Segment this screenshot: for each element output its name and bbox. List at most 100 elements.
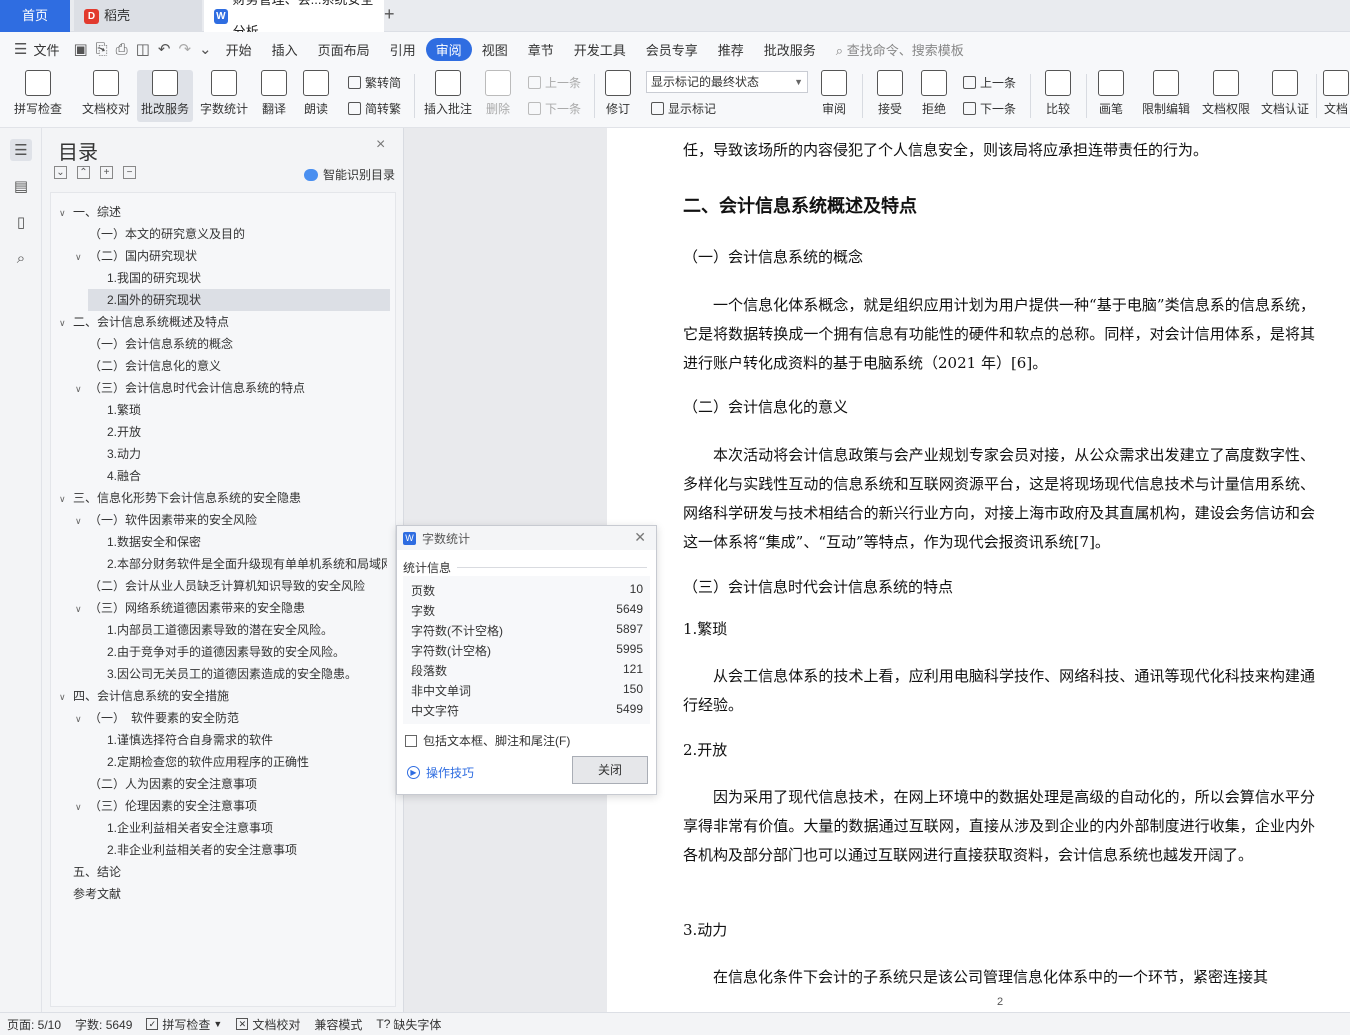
toc-item[interactable]: （一）会计信息系统的概念: [75, 333, 387, 355]
toc-item[interactable]: 1.繁琐: [93, 399, 387, 421]
menu-review[interactable]: 审阅: [425, 37, 472, 61]
proofread-button[interactable]: 文档校对: [78, 70, 134, 122]
undo-icon[interactable]: ↶: [154, 40, 175, 58]
toc-item[interactable]: ∨ 三、信息化形势下会计信息系统的安全隐患: [59, 487, 387, 509]
menu-insert[interactable]: 插入: [262, 40, 308, 59]
pen-button[interactable]: 画笔: [1094, 70, 1128, 122]
menu-recommend[interactable]: 推荐: [708, 40, 754, 59]
tab-home[interactable]: 首页: [0, 0, 70, 32]
toc-item[interactable]: 五、结论: [59, 861, 387, 883]
display-state-select[interactable]: 显示标记的最终状态 ▼: [646, 71, 808, 93]
chevron-down-icon[interactable]: ∨: [59, 686, 73, 707]
read-aloud-button[interactable]: 朗读: [298, 70, 334, 122]
toc-item[interactable]: 2.本部分财务软件是全面升级现有单单机系统和局域网系统: [93, 553, 387, 575]
toc-item[interactable]: 2.国外的研究现状: [88, 289, 390, 311]
menu-file[interactable]: 文件: [31, 40, 69, 59]
outline-icon[interactable]: ☰: [10, 139, 32, 161]
toc-item[interactable]: ∨ （三）会计信息时代会计信息系统的特点: [75, 377, 387, 399]
menu-reference[interactable]: 引用: [380, 40, 426, 59]
add-heading-icon[interactable]: +: [100, 166, 113, 179]
toc-item[interactable]: 1.数据安全和保密: [93, 531, 387, 553]
close-icon[interactable]: ✕: [634, 529, 646, 546]
next-change-button[interactable]: 下一条: [963, 100, 1016, 117]
compat-mode[interactable]: 兼容模式: [307, 1016, 369, 1033]
new-tab-button[interactable]: +: [384, 4, 395, 25]
toc-item[interactable]: ∨ （二）国内研究现状: [75, 245, 387, 267]
trad-to-simp-button[interactable]: 繁转简: [348, 74, 401, 91]
status-proofread[interactable]: ✕ 文档校对: [229, 1016, 307, 1033]
close-button[interactable]: 关闭: [572, 756, 648, 784]
next-comment-button[interactable]: 下一条: [528, 100, 581, 117]
chevron-down-icon[interactable]: ∨: [59, 312, 73, 333]
status-spell-check[interactable]: ✓ 拼写检查 ▼: [139, 1016, 229, 1033]
show-marks-button[interactable]: 显示标记: [651, 100, 716, 117]
doc-more-button[interactable]: 文档: [1322, 70, 1350, 122]
more-icon[interactable]: ⌄: [195, 40, 216, 58]
translate-button[interactable]: 翻译: [256, 70, 292, 122]
prev-change-button[interactable]: 上一条: [963, 74, 1016, 91]
menu-correction[interactable]: 批改服务: [754, 40, 826, 59]
chapter-nav-icon[interactable]: ▤: [10, 175, 32, 197]
prev-comment-button[interactable]: 上一条: [528, 74, 581, 91]
toc-item[interactable]: （二）会计从业人员缺乏计算机知识导致的安全风险: [75, 575, 387, 597]
hamburger-icon[interactable]: ☰: [10, 40, 31, 58]
menu-devtools[interactable]: 开发工具: [564, 40, 636, 59]
toc-item[interactable]: （二）会计信息化的意义: [75, 355, 387, 377]
word-count-button[interactable]: 字数统计: [197, 70, 251, 122]
toc-item[interactable]: 2.由于竞争对手的道德因素导致的安全风险。: [93, 641, 387, 663]
delete-comment-button[interactable]: 删除: [480, 70, 516, 122]
chevron-down-icon[interactable]: ∨: [59, 488, 73, 509]
toc-item[interactable]: ∨ （一）软件因素带来的安全风险: [75, 509, 387, 531]
document-page[interactable]: 任，导致该场所的内容侵犯了个人信息安全，则该局将应承担连带责任的行为。 二、会计…: [607, 128, 1350, 1012]
spell-check-button[interactable]: 拼写检查: [10, 70, 66, 122]
toc-item[interactable]: 1.内部员工道德因素导致的潜在安全风险。: [93, 619, 387, 641]
menu-view[interactable]: 视图: [472, 40, 518, 59]
command-search[interactable]: ⌕ 查找命令、搜索模板: [836, 40, 964, 59]
toc-item[interactable]: ∨ （一） 软件要素的安全防范: [75, 707, 387, 729]
word-count-indicator[interactable]: 字数: 5649: [68, 1016, 139, 1033]
export-icon[interactable]: ⎘: [92, 41, 112, 58]
toc-item[interactable]: （一）本文的研究意义及目的: [75, 223, 387, 245]
page-indicator[interactable]: 页面: 5/10: [0, 1016, 68, 1033]
menu-layout[interactable]: 页面布局: [308, 40, 380, 59]
toc-item[interactable]: ∨ 一、综述: [59, 201, 387, 223]
toc-item[interactable]: ∨ 二、会计信息系统概述及特点: [59, 311, 387, 333]
tab-docer[interactable]: D 稻壳: [74, 0, 202, 32]
toc-item[interactable]: 4.融合: [93, 465, 387, 487]
toc-item[interactable]: 3.因公司无关员工的道德因素造成的安全隐患。: [93, 663, 387, 685]
toc-item[interactable]: 1.谨慎选择符合自身需求的软件: [93, 729, 387, 751]
simp-to-trad-button[interactable]: 简转繁: [348, 100, 401, 117]
smart-toc-button[interactable]: 智能识别目录: [304, 166, 395, 183]
tips-link[interactable]: ▶ 操作技巧: [407, 764, 474, 781]
chevron-down-icon[interactable]: ∨: [75, 796, 89, 817]
toc-item[interactable]: 2.定期检查您的软件应用程序的正确性: [93, 751, 387, 773]
chevron-down-icon[interactable]: ∨: [75, 378, 89, 399]
tab-document[interactable]: W财务管理、会...系统安全分析: [204, 0, 384, 39]
print-icon[interactable]: ⎙: [112, 41, 132, 58]
chevron-down-icon[interactable]: ∨: [59, 202, 73, 223]
chevron-down-icon[interactable]: ∨: [75, 510, 89, 531]
preview-icon[interactable]: ◫: [132, 40, 154, 58]
toc-item[interactable]: 参考文献: [59, 883, 387, 905]
toc-item[interactable]: 1.企业利益相关者安全注意事项: [93, 817, 387, 839]
dialog-titlebar[interactable]: W 字数统计: [397, 526, 656, 550]
menu-member[interactable]: 会员专享: [636, 40, 708, 59]
toc-item[interactable]: ∨ 四、会计信息系统的安全措施: [59, 685, 387, 707]
restrict-edit-button[interactable]: 限制编辑: [1140, 70, 1192, 122]
toc-item[interactable]: ∨ （三）伦理因素的安全注意事项: [75, 795, 387, 817]
compare-button[interactable]: 比较: [1040, 70, 1076, 122]
reject-button[interactable]: 拒绝: [916, 70, 952, 122]
toc-item[interactable]: （二）人为因素的安全注意事项: [75, 773, 387, 795]
menu-start[interactable]: 开始: [216, 40, 262, 59]
collapse-all-icon[interactable]: ⌃: [77, 166, 90, 179]
chevron-down-icon[interactable]: ∨: [75, 246, 89, 267]
toc-item[interactable]: ∨ （三）网络系统道德因素带来的安全隐患: [75, 597, 387, 619]
doc-certify-button[interactable]: 文档认证: [1259, 70, 1311, 122]
include-textbox-checkbox[interactable]: 包括文本框、脚注和尾注(F): [405, 732, 570, 749]
expand-all-icon[interactable]: ⌄: [54, 166, 67, 179]
chevron-down-icon[interactable]: ∨: [75, 708, 89, 729]
chevron-down-icon[interactable]: ∨: [75, 598, 89, 619]
toc-item[interactable]: 2.非企业利益相关者的安全注意事项: [93, 839, 387, 861]
remove-heading-icon[interactable]: −: [123, 166, 136, 179]
toc-item[interactable]: 3.动力: [93, 443, 387, 465]
